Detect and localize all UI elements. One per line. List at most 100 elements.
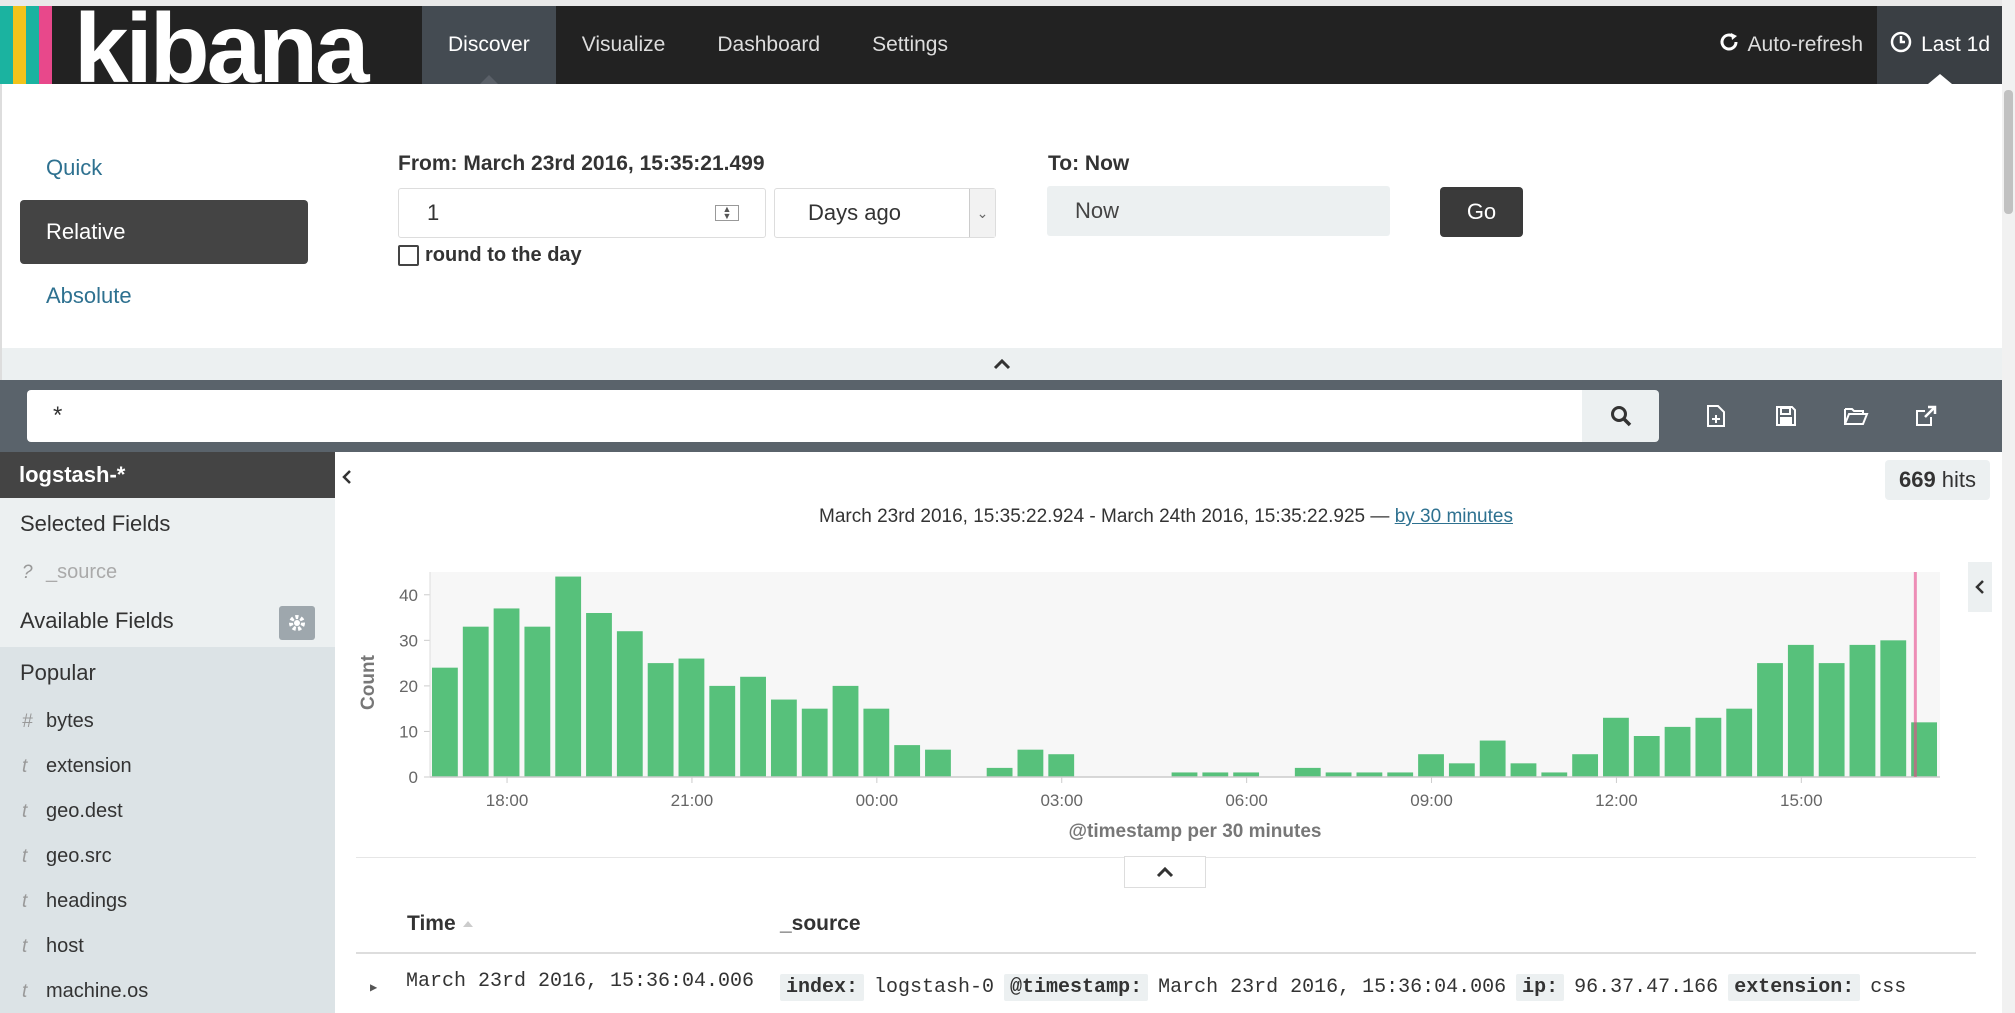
kibana-logo[interactable]: kibana	[0, 0, 400, 103]
field-item[interactable]: # bytes	[0, 699, 335, 744]
sidebar-collapse[interactable]	[336, 452, 358, 502]
tab-visualize[interactable]: Visualize	[556, 6, 692, 84]
field-type-icon: t	[22, 890, 28, 912]
gear-icon[interactable]	[279, 606, 315, 640]
open-folder-icon[interactable]	[1840, 400, 1872, 432]
histogram-bar	[894, 745, 921, 777]
index-pattern-title[interactable]: logstash-*	[0, 452, 335, 498]
search-bar: *	[0, 380, 2002, 452]
field-item[interactable]: t extension	[0, 744, 335, 789]
histogram-bar	[832, 685, 859, 777]
histogram-bar	[863, 708, 890, 777]
source-key: extension:	[1728, 974, 1861, 1001]
x-axis-title: @timestamp per 30 minutes	[1069, 821, 1322, 842]
expand-row-icon[interactable]: ▶	[370, 980, 377, 995]
field-name: machine.os	[46, 980, 149, 1002]
from-unit-select[interactable]: Days ago ⌄	[774, 188, 996, 238]
histogram-bar	[555, 576, 582, 777]
histogram-bar	[925, 749, 951, 777]
field-item[interactable]: t headings	[0, 879, 335, 924]
mode-quick[interactable]: Quick	[20, 136, 308, 200]
column-header-time[interactable]: Time	[407, 912, 474, 936]
tab-discover[interactable]: Discover	[422, 6, 556, 84]
tab-dashboard[interactable]: Dashboard	[691, 6, 846, 84]
field-name: host	[46, 935, 84, 957]
histogram-bar	[1017, 749, 1044, 777]
available-fields-heading: Available Fields	[0, 595, 335, 647]
y-axis-title: Count	[358, 654, 379, 710]
mode-absolute[interactable]: Absolute	[20, 264, 308, 328]
table-row[interactable]: ▶ March 23rd 2016, 15:36:04.006 index: l…	[356, 970, 1976, 1010]
field-item[interactable]: t machine.os	[0, 969, 335, 1013]
auto-refresh-label: Auto-refresh	[1747, 33, 1864, 56]
from-count-input[interactable]: 1 ▲ ▼	[398, 188, 766, 238]
field-type-icon: t	[22, 980, 28, 1002]
round-to-day-option[interactable]: round to the day	[398, 244, 582, 267]
from-count-value: 1	[427, 200, 440, 225]
hits-counter: 669 hits	[1885, 460, 1990, 500]
toggle-chart-button[interactable]	[1124, 856, 1206, 888]
refresh-icon	[1718, 31, 1740, 59]
row-source: index: logstash-0 @timestamp: March 23rd…	[780, 974, 1906, 1001]
histogram-bar	[1787, 644, 1814, 777]
chevron-left-icon	[1975, 580, 1984, 594]
field-item[interactable]: ? _source	[0, 550, 335, 595]
interval-link[interactable]: by 30 minutes	[1395, 506, 1513, 527]
x-tick-label: 12:00	[1595, 791, 1638, 810]
row-time: March 23rd 2016, 15:36:04.006	[406, 970, 755, 993]
mode-relative[interactable]: Relative	[20, 200, 308, 264]
share-icon[interactable]	[1910, 400, 1942, 432]
column-header-time-label: Time	[407, 912, 456, 935]
histogram-bar	[709, 685, 736, 777]
field-item[interactable]: t geo.dest	[0, 789, 335, 834]
search-input[interactable]: *	[27, 390, 1582, 442]
histogram-bar	[462, 626, 489, 777]
auto-refresh-button[interactable]: Auto-refresh	[1704, 6, 1878, 84]
range-text: March 23rd 2016, 15:35:22.924 - March 24…	[819, 506, 1390, 527]
sort-asc-icon[interactable]	[462, 919, 474, 929]
field-name: headings	[46, 890, 128, 912]
logo-color-bars	[0, 6, 52, 84]
histogram-bar	[1880, 640, 1907, 777]
x-tick-label: 09:00	[1410, 791, 1453, 810]
histogram-bar	[1448, 763, 1475, 777]
available-fields-label: Available Fields	[20, 608, 174, 633]
save-icon[interactable]	[1770, 400, 1802, 432]
top-navbar: kibana Discover Visualize Dashboard Sett…	[0, 0, 2002, 103]
y-tick-label: 20	[399, 677, 418, 696]
histogram-chart: 0 10 20 30 40 18:00 21:00 00:00 03:00 06:00 09:00 1…	[358, 572, 1940, 842]
number-spinner-icon[interactable]: ▲ ▼	[715, 205, 739, 221]
histogram-bar	[801, 708, 828, 777]
new-search-icon[interactable]	[1700, 400, 1732, 432]
vis-collapse[interactable]	[1968, 562, 1992, 612]
histogram-bar	[1479, 740, 1506, 777]
field-type-icon: t	[22, 800, 28, 822]
go-button[interactable]: Go	[1440, 187, 1523, 237]
field-name: extension	[46, 755, 132, 777]
search-icon	[1610, 406, 1631, 427]
page-scrollbar[interactable]	[2002, 0, 2015, 1013]
field-name: geo.src	[46, 845, 112, 867]
field-type-icon: t	[22, 755, 28, 777]
field-item[interactable]: t host	[0, 924, 335, 969]
timepicker-toggle[interactable]: Last 1d	[1877, 6, 2002, 84]
source-value: css	[1870, 976, 1907, 999]
round-label: round to the day	[425, 244, 582, 266]
scrollbar-thumb[interactable]	[2004, 90, 2013, 214]
histogram-bar	[1849, 644, 1876, 777]
histogram-bar	[1633, 736, 1660, 777]
search-button[interactable]	[1582, 390, 1659, 442]
tab-settings[interactable]: Settings	[846, 6, 974, 84]
field-item[interactable]: t geo.src	[0, 834, 335, 879]
timepicker-collapse[interactable]	[0, 348, 2002, 380]
source-value: 96.37.47.166	[1574, 976, 1719, 999]
to-input[interactable]: Now	[1047, 186, 1390, 236]
histogram-bar	[586, 613, 612, 777]
histogram-bar	[1664, 726, 1691, 777]
histogram-bar	[1695, 717, 1722, 777]
hits-count: 669	[1899, 467, 1936, 492]
round-checkbox[interactable]	[398, 245, 419, 266]
histogram-bar	[1818, 663, 1845, 777]
field-type-icon: ?	[22, 561, 33, 583]
time-range-label: Last 1d	[1921, 33, 1990, 56]
